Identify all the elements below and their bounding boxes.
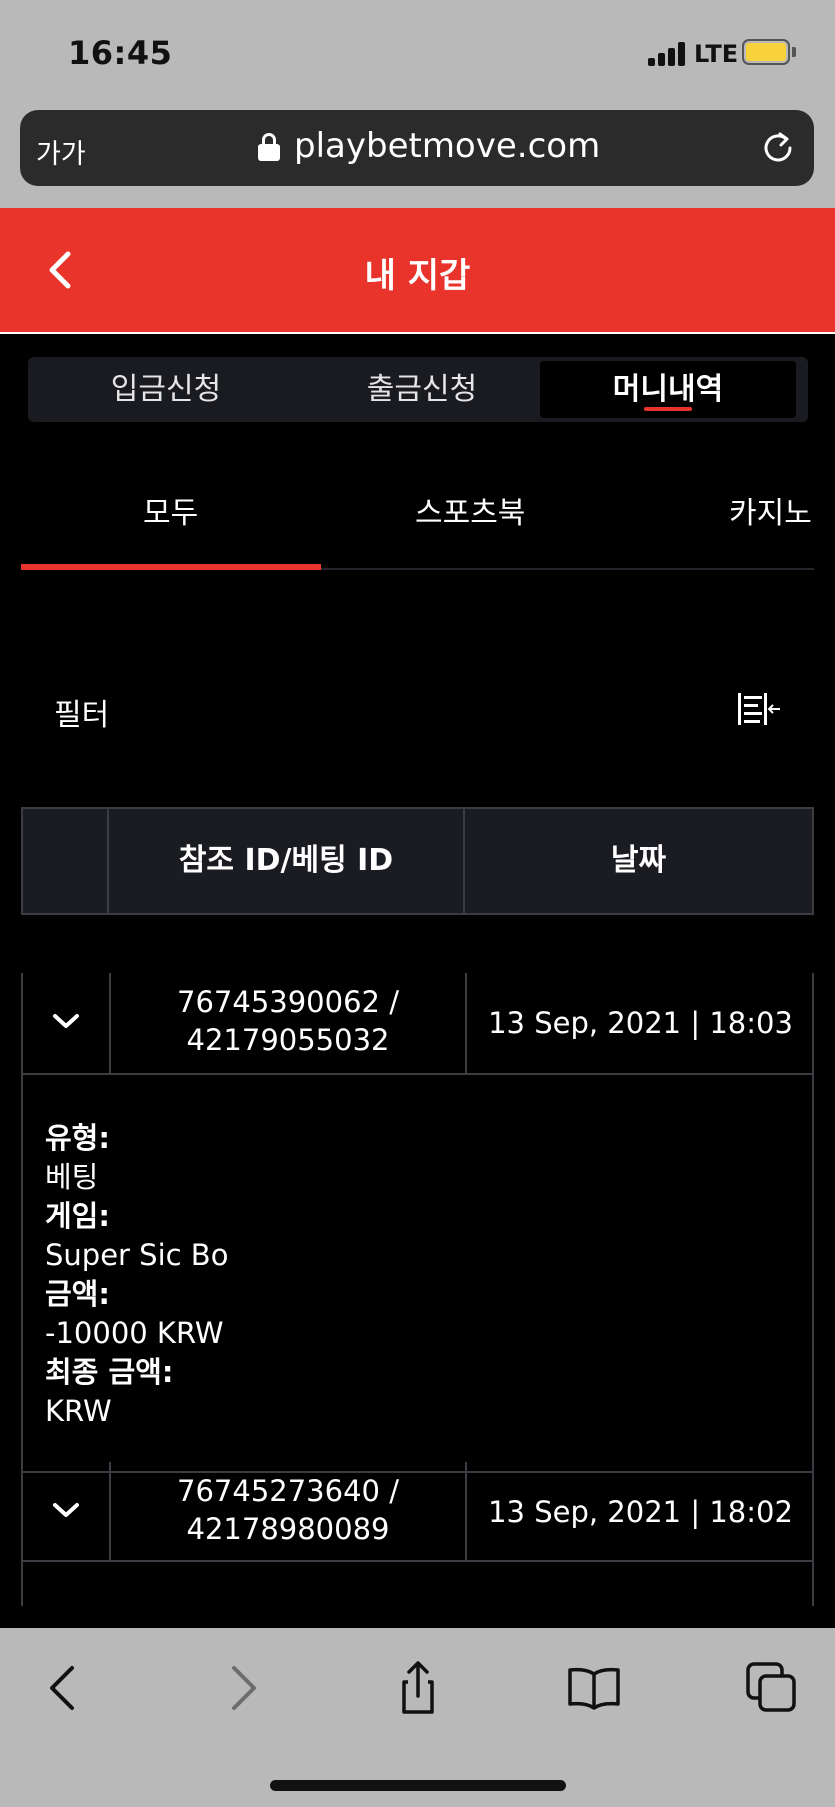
ref-id-cell: 76745390062 / 42179055032 [111, 983, 465, 1059]
amount-value: -10000 KRW [45, 1316, 224, 1350]
final-amount-value: KRW [45, 1394, 112, 1428]
row-expand-toggle[interactable] [23, 1462, 109, 1560]
tab-sportsbook[interactable]: 스포츠북 [415, 488, 525, 532]
chevron-down-icon [53, 1503, 79, 1517]
home-indicator [270, 1780, 566, 1791]
app-header: 내 지갑 [0, 208, 835, 334]
segment-money-history-label: 머니내역 [612, 372, 724, 407]
type-label: 유형: [45, 1121, 110, 1155]
ref-id-cell: 76745273640 / 42178980089 [111, 1472, 465, 1548]
browser-forward-icon[interactable] [212, 1658, 272, 1718]
ref-id: 76745273640 / [177, 1474, 399, 1508]
filter-label[interactable]: 필터 [54, 690, 109, 734]
network-label: LTE [694, 40, 739, 68]
column-header-date: 날짜 [610, 843, 667, 878]
tab-all[interactable]: 모두 [143, 488, 198, 532]
game-label: 게임: [45, 1199, 110, 1233]
battery-icon [742, 39, 790, 65]
bookmarks-icon[interactable] [564, 1658, 624, 1718]
active-segment-indicator [644, 407, 692, 411]
category-tabs: 모두 스포츠북 카지노 [21, 470, 814, 570]
game-value: Super Sic Bo [45, 1238, 229, 1272]
share-icon[interactable] [388, 1658, 448, 1718]
browser-toolbar [0, 1628, 835, 1807]
lock-icon [258, 133, 280, 161]
reload-icon[interactable] [760, 130, 796, 166]
column-header-ref: 참조 ID/베팅 ID [178, 843, 394, 878]
url-text[interactable]: playbetmove.com [294, 126, 600, 166]
final-amount-label: 최종 금액: [45, 1355, 174, 1389]
reader-text-size-button[interactable]: 가가 [36, 132, 86, 171]
address-bar[interactable]: 가가 playbetmove.com [20, 110, 814, 186]
filter-sort-icon[interactable] [736, 690, 782, 730]
bet-id: 42178980089 [186, 1512, 390, 1546]
active-tab-indicator [21, 564, 321, 570]
amount-label: 금액: [45, 1277, 110, 1311]
page-title: 내 지갑 [364, 256, 471, 296]
type-value: 베팅 [45, 1160, 99, 1194]
tab-casino[interactable]: 카지노 [729, 488, 812, 532]
segment-withdraw[interactable]: 출금신청 [294, 361, 550, 418]
date-cell: 13 Sep, 2021 | 18:02 [488, 1495, 793, 1529]
bet-id: 42179055032 [186, 1023, 390, 1057]
segment-money-history[interactable]: 머니내역 [540, 361, 796, 418]
browser-back-icon[interactable] [34, 1658, 94, 1718]
ref-id: 76745390062 / [177, 985, 399, 1019]
browser-address-area: 가가 playbetmove.com [0, 100, 835, 208]
status-bar: 16:45 LTE [0, 0, 835, 100]
tabs-icon[interactable] [742, 1658, 802, 1718]
row-details: 유형: 베팅 게임: Super Sic Bo 금액: -10000 KRW 최… [23, 1073, 812, 1473]
segment-deposit[interactable]: 입금신청 [38, 361, 294, 418]
table-row: 76745273640 / 42178980089 13 Sep, 2021 |… [21, 1462, 814, 1606]
table-header: 참조 ID/베팅 ID 날짜 [21, 807, 814, 915]
signal-icon [648, 42, 686, 66]
chevron-down-icon [53, 1014, 79, 1028]
table-row: 76745390062 / 42179055032 13 Sep, 2021 |… [21, 973, 814, 1473]
status-time: 16:45 [68, 34, 173, 72]
row-expand-toggle[interactable] [23, 973, 109, 1073]
date-cell: 13 Sep, 2021 | 18:03 [488, 1006, 793, 1040]
wallet-segment-control: 입금신청 출금신청 머니내역 [28, 357, 808, 422]
